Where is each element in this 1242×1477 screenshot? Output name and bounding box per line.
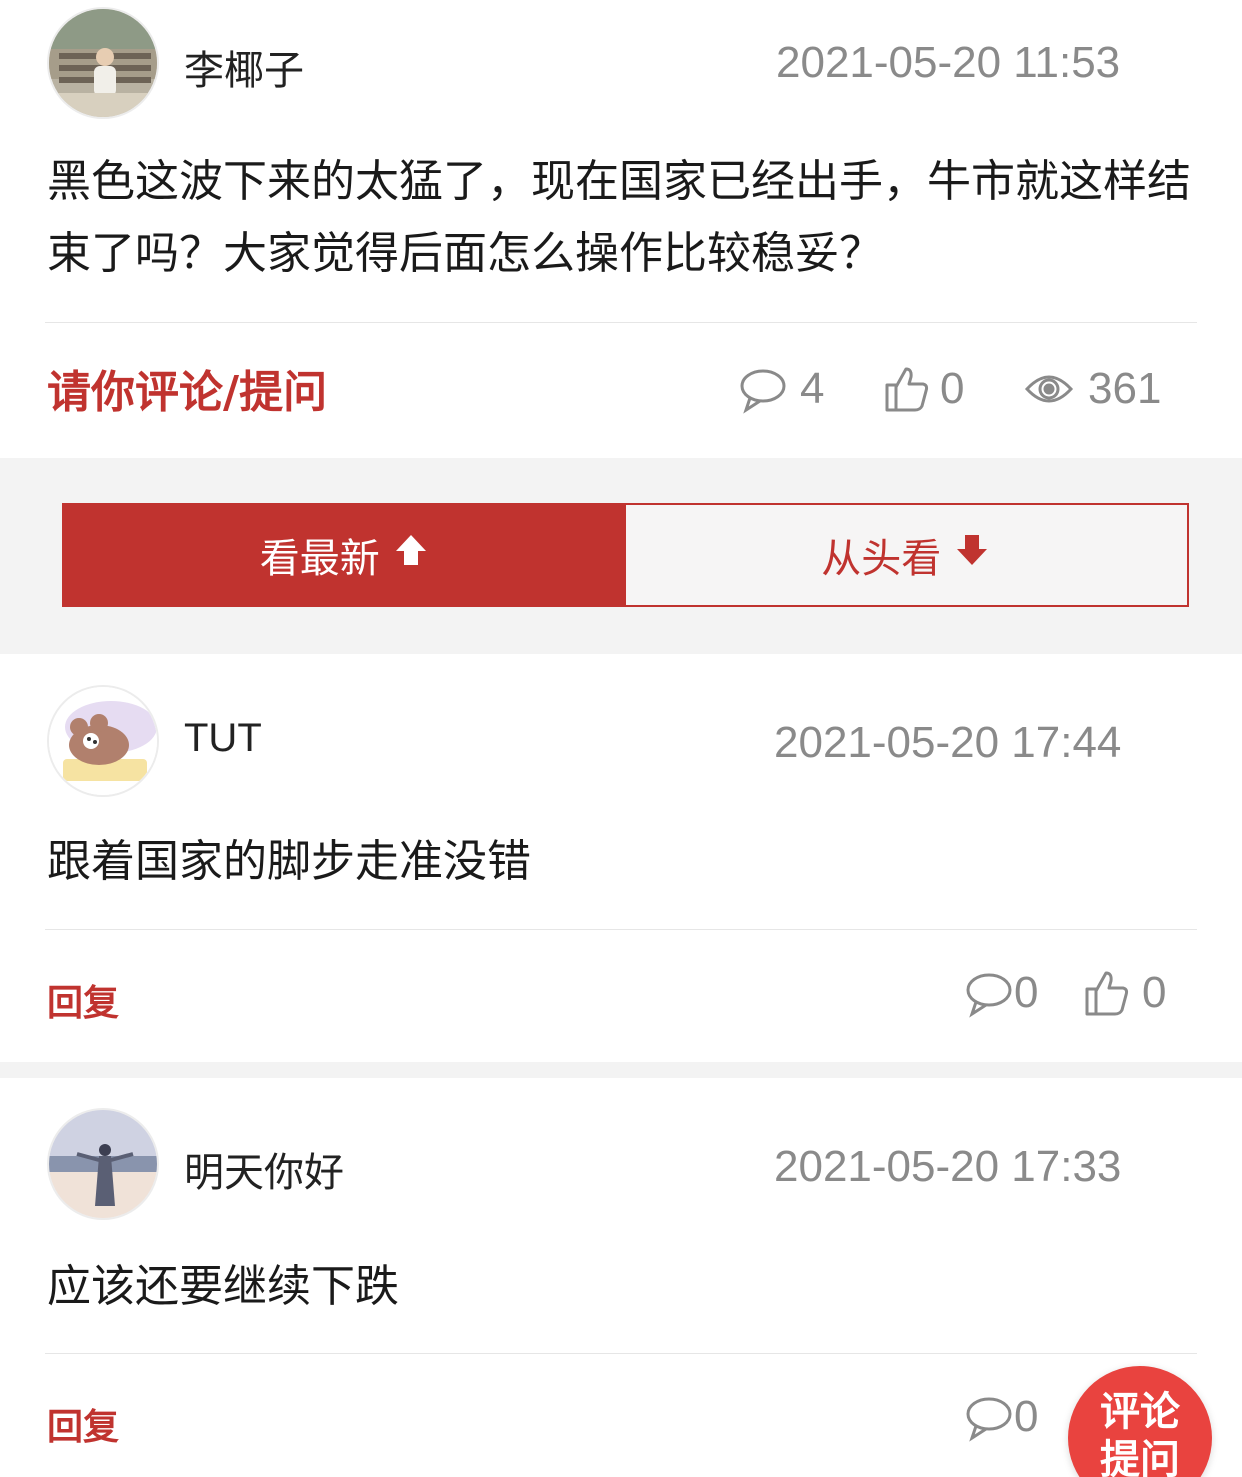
post-author-name[interactable]: 李椰子: [184, 38, 304, 96]
post-view-count: 361: [1088, 364, 1162, 413]
eye-icon: [1024, 369, 1074, 409]
comment-ask-link[interactable]: 请你评论/提问: [47, 356, 327, 420]
sort-oldest-label: 从头看: [821, 536, 942, 582]
arrow-down-icon: [941, 531, 991, 579]
comment-reply-stat[interactable]: 0: [964, 1392, 1038, 1442]
comment-author-avatar[interactable]: [47, 1108, 159, 1220]
comment-author-name[interactable]: TUT: [184, 716, 262, 761]
sort-newest-label: 看最新: [259, 536, 380, 582]
fab-label-line1: 评论: [1100, 1389, 1180, 1435]
sort-toggle: 看最新 从头看: [62, 503, 1189, 607]
page: 李椰子 2021-05-20 11:53 黑色这波下来的太猛了，现在国家已经出手…: [0, 0, 1242, 1477]
comment-author-name[interactable]: 明天你好: [184, 1140, 344, 1198]
comment-like-count: 0: [1142, 968, 1167, 1017]
comment-bubble-icon: [964, 968, 1014, 1018]
comment-author-avatar[interactable]: [47, 685, 159, 797]
arrow-up-icon: [380, 531, 430, 579]
post-timestamp: 2021-05-20 11:53: [776, 38, 1121, 87]
comment-timestamp: 2021-05-20 17:44: [774, 718, 1122, 767]
fab-label-line2: 提问: [1100, 1437, 1180, 1477]
comment-reply-count: 0: [1014, 968, 1039, 1017]
thumbs-up-icon: [884, 365, 930, 413]
comment-item: 明天你好 2021-05-20 17:33 应该还要继续下跌 回复 0: [0, 1078, 1242, 1477]
comment-like-stat[interactable]: 0: [1084, 968, 1166, 1018]
sort-newest-button[interactable]: 看最新: [64, 505, 626, 605]
sort-oldest-button[interactable]: 从头看: [625, 505, 1187, 605]
reply-link[interactable]: 回复: [47, 974, 119, 1026]
comment-content: 跟着国家的脚步走准没错: [47, 836, 531, 887]
comment-content: 应该还要继续下跌: [47, 1261, 399, 1312]
comment-bubble-icon: [738, 364, 788, 414]
comment-divider: [45, 929, 1197, 930]
comment-separator: [0, 1062, 1242, 1078]
post-like-stat[interactable]: 0: [884, 364, 964, 414]
post-like-count: 0: [940, 364, 965, 413]
post-comment-stat[interactable]: 4: [738, 364, 824, 414]
post-content: 黑色这波下来的太猛了，现在国家已经出手，牛市就这样结束了吗？大家觉得后面怎么操作…: [47, 156, 1191, 279]
reply-link[interactable]: 回复: [47, 1398, 119, 1450]
comment-item: TUT 2021-05-20 17:44 跟着国家的脚步走准没错 回复 0 0: [0, 654, 1242, 1062]
comment-timestamp: 2021-05-20 17:33: [774, 1142, 1122, 1191]
post-author-avatar[interactable]: [47, 7, 159, 119]
post-view-stat: 361: [1024, 364, 1161, 414]
sort-band: 看最新 从头看: [0, 458, 1242, 654]
post-divider: [45, 322, 1197, 323]
comment-reply-count: 0: [1014, 1392, 1039, 1441]
thumbs-up-icon: [1084, 969, 1130, 1017]
comment-divider: [45, 1353, 1197, 1354]
original-post: 李椰子 2021-05-20 11:53 黑色这波下来的太猛了，现在国家已经出手…: [0, 0, 1242, 458]
post-comment-count: 4: [800, 364, 825, 413]
comment-bubble-icon: [964, 1392, 1014, 1442]
comment-reply-stat[interactable]: 0: [964, 968, 1038, 1018]
